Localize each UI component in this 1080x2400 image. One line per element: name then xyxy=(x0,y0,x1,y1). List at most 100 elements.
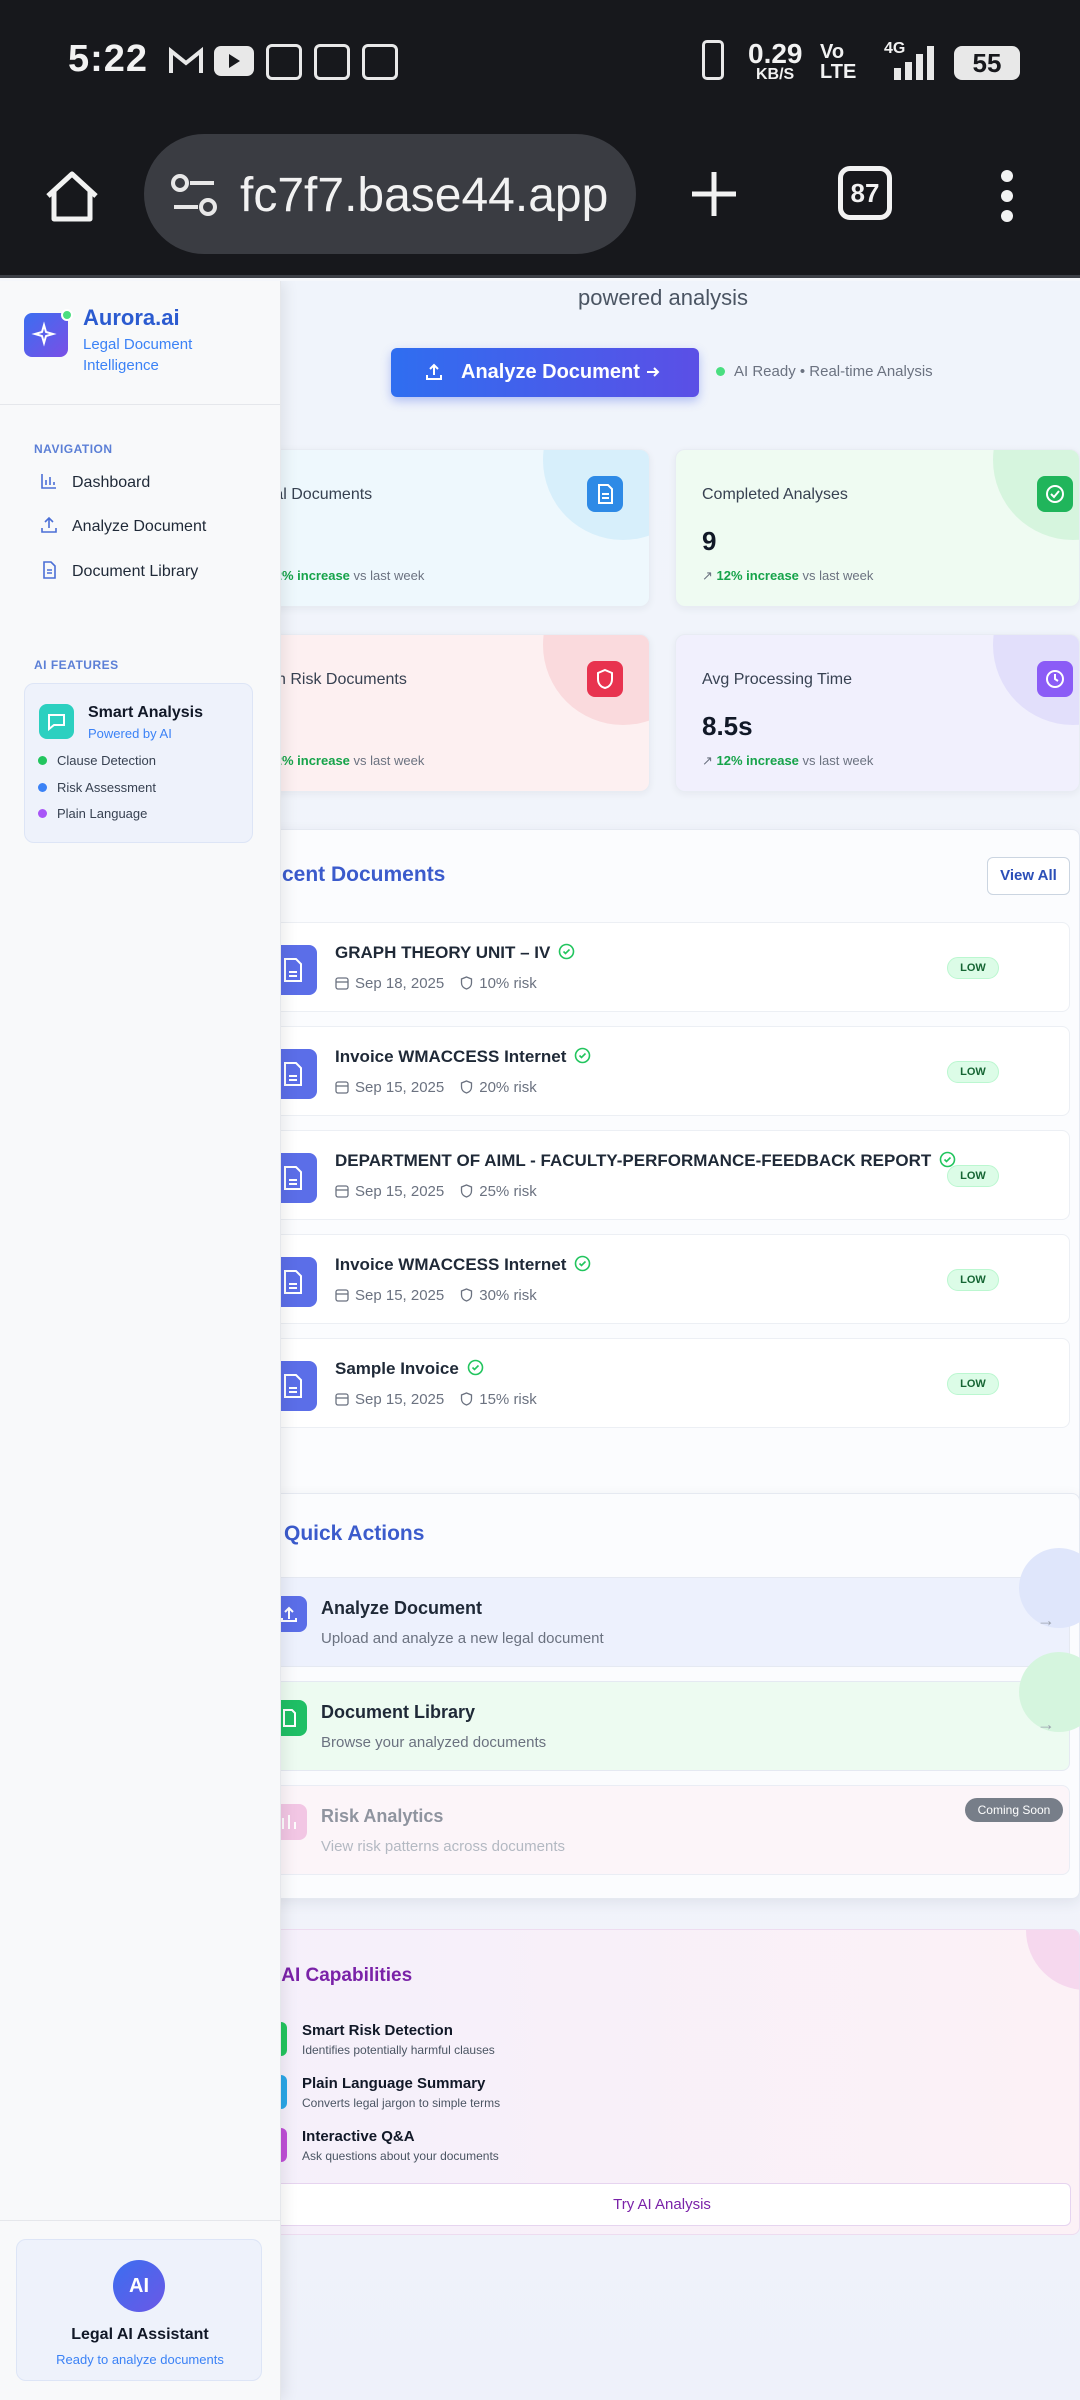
document-date: Sep 18, 2025 xyxy=(355,975,445,992)
ai-assistant-card[interactable]: AI Legal AI Assistant Ready to analyze d… xyxy=(16,2239,262,2381)
clock: 5:22 xyxy=(68,38,149,80)
home-icon[interactable] xyxy=(42,166,102,226)
document-name: Invoice WMACCESS Internet xyxy=(335,1255,567,1274)
shield-icon xyxy=(461,1392,473,1406)
try-ai-analysis-button[interactable]: Try AI Analysis xyxy=(253,2183,1071,2226)
online-dot xyxy=(61,309,73,321)
quick-action-title: Analyze Document xyxy=(321,1598,483,1618)
document-meta: Sep 15, 2025 15% risk xyxy=(335,1391,537,1408)
nav-item-document-library[interactable]: Document Library xyxy=(40,561,198,581)
document-meta: Sep 15, 2025 25% risk xyxy=(335,1183,537,1200)
shield-icon xyxy=(587,661,623,697)
signal-icon xyxy=(892,44,938,80)
shield-icon xyxy=(461,1080,473,1094)
document-date: Sep 15, 2025 xyxy=(355,1391,445,1408)
calendar-icon xyxy=(335,977,349,990)
trend-suffix: vs last week xyxy=(353,753,425,768)
feature-risk-assessment: Risk Assessment xyxy=(38,780,156,795)
document-meta: Sep 18, 2025 10% risk xyxy=(335,975,537,992)
divider xyxy=(0,2220,281,2221)
feature-label: Plain Language xyxy=(57,806,148,821)
stat-trend: ↗ 12% increase vs last week xyxy=(702,753,874,768)
document-row[interactable]: DEPARTMENT OF AIML - FACULTY-PERFORMANCE… xyxy=(270,1130,1070,1220)
brand-name: Aurora.ai xyxy=(83,305,180,330)
youtube-icon xyxy=(214,46,254,76)
coming-soon-badge: Coming Soon xyxy=(965,1798,1063,1822)
stat-card-processing: Avg Processing Time 8.5s ↗ 12% increase … xyxy=(675,634,1080,792)
nav-label: Dashboard xyxy=(72,474,151,491)
volte-label: Vo LTE xyxy=(820,41,857,83)
chat-icon xyxy=(39,704,74,739)
stat-label: Avg Processing Time xyxy=(702,671,852,688)
stat-value: 8.5s xyxy=(702,711,753,741)
capability-title: Smart Risk Detection xyxy=(302,2022,453,2039)
gmail-icon xyxy=(168,46,204,76)
document-meta: Sep 15, 2025 20% risk xyxy=(335,1079,537,1096)
ai-status-text: AI Ready • Real-time Analysis xyxy=(734,363,933,380)
capability-title: Interactive Q&A xyxy=(302,2128,415,2145)
trend-suffix: vs last week xyxy=(802,568,874,583)
more-menu-icon[interactable] xyxy=(996,168,1018,224)
file-icon xyxy=(43,561,56,579)
document-date: Sep 15, 2025 xyxy=(355,1079,445,1096)
calendar-icon xyxy=(314,44,350,80)
url-text[interactable]: fc7f7.base44.app xyxy=(240,168,608,223)
document-name: DEPARTMENT OF AIML - FACULTY-PERFORMANCE… xyxy=(335,1151,932,1170)
calendar-icon xyxy=(266,44,302,80)
browser-toolbar: fc7f7.base44.app 87 xyxy=(0,126,1080,278)
section-title: cent Documents xyxy=(282,863,446,886)
status-dot xyxy=(716,367,725,376)
vibrate-icon xyxy=(702,40,724,80)
document-name: Invoice WMACCESS Internet xyxy=(335,1047,567,1066)
assistant-title: Legal AI Assistant xyxy=(71,2326,209,2343)
trend-suffix: vs last week xyxy=(353,568,425,583)
risk-level-badge: LOW xyxy=(947,957,999,979)
status-dot xyxy=(38,809,47,818)
document-row[interactable]: Invoice WMACCESS Internet Sep 15, 2025 20%… xyxy=(270,1026,1070,1116)
analyze-document-cta[interactable]: Analyze Document xyxy=(391,348,699,397)
quick-action-risk-analytics: Risk Analytics View risk patterns across… xyxy=(270,1785,1070,1875)
document-title: Invoice WMACCESS Internet xyxy=(335,1255,591,1275)
document-name: GRAPH THEORY UNIT – IV xyxy=(335,943,551,962)
nav-item-analyze-document[interactable]: Analyze Document xyxy=(40,516,206,536)
document-date: Sep 15, 2025 xyxy=(355,1287,445,1304)
shield-icon xyxy=(461,1184,473,1198)
capability-subtitle: Identifies potentially harmful clauses xyxy=(302,2043,495,2057)
tab-count[interactable]: 87 xyxy=(838,166,892,220)
document-row[interactable]: Invoice WMACCESS Internet Sep 15, 2025 30%… xyxy=(270,1234,1070,1324)
nav-heading: NAVIGATION xyxy=(34,442,113,456)
address-bar[interactable]: fc7f7.base44.app xyxy=(144,134,636,254)
arrow-right-icon: → xyxy=(1037,1714,1055,1734)
quick-action-title: Document Library xyxy=(321,1702,476,1722)
check-circle-icon xyxy=(467,1359,484,1376)
view-all-button[interactable]: View All xyxy=(987,857,1070,895)
new-tab-icon[interactable] xyxy=(688,168,740,220)
avatar: AI xyxy=(113,2260,165,2312)
risk-level-badge: LOW xyxy=(947,1061,999,1083)
file-icon xyxy=(587,476,623,512)
check-circle-icon xyxy=(1037,476,1073,512)
quick-action-library[interactable]: Document Library Browse your analyzed do… xyxy=(270,1652,1080,1771)
document-date: Sep 15, 2025 xyxy=(355,1183,445,1200)
quick-action-analyze[interactable]: Analyze Document Upload and analyze a ne… xyxy=(270,1548,1080,1667)
stat-trend: ↗ 12% increase vs last week xyxy=(702,568,874,583)
arrow-right-icon xyxy=(647,367,660,377)
shield-icon xyxy=(461,976,473,990)
calendar-icon xyxy=(335,1185,349,1198)
smart-title: Smart Analysis xyxy=(88,704,204,721)
status-dot xyxy=(38,783,47,792)
document-row[interactable]: GRAPH THEORY UNIT – IV Sep 18, 2025 10% ri… xyxy=(270,922,1070,1012)
web-page: powered analysis Analyze Document AI Rea… xyxy=(0,281,1080,2400)
decor-circle xyxy=(1026,1930,1079,1990)
document-risk: 25% risk xyxy=(479,1183,537,1200)
document-row[interactable]: Sample Invoice Sep 15, 2025 15% risk LOW xyxy=(270,1338,1070,1428)
quick-action-title: Risk Analytics xyxy=(321,1806,444,1826)
stat-card-completed: Completed Analyses 9 ↗ 12% increase vs l… xyxy=(675,449,1080,607)
clock-icon xyxy=(1037,661,1073,697)
nav-item-dashboard[interactable]: Dashboard xyxy=(40,472,150,492)
bar-chart-icon xyxy=(41,474,56,489)
site-settings-icon[interactable] xyxy=(170,172,218,218)
check-circle-icon xyxy=(575,1047,591,1064)
feature-plain-language: Plain Language xyxy=(38,806,147,821)
nav-label: Analyze Document xyxy=(72,518,207,535)
